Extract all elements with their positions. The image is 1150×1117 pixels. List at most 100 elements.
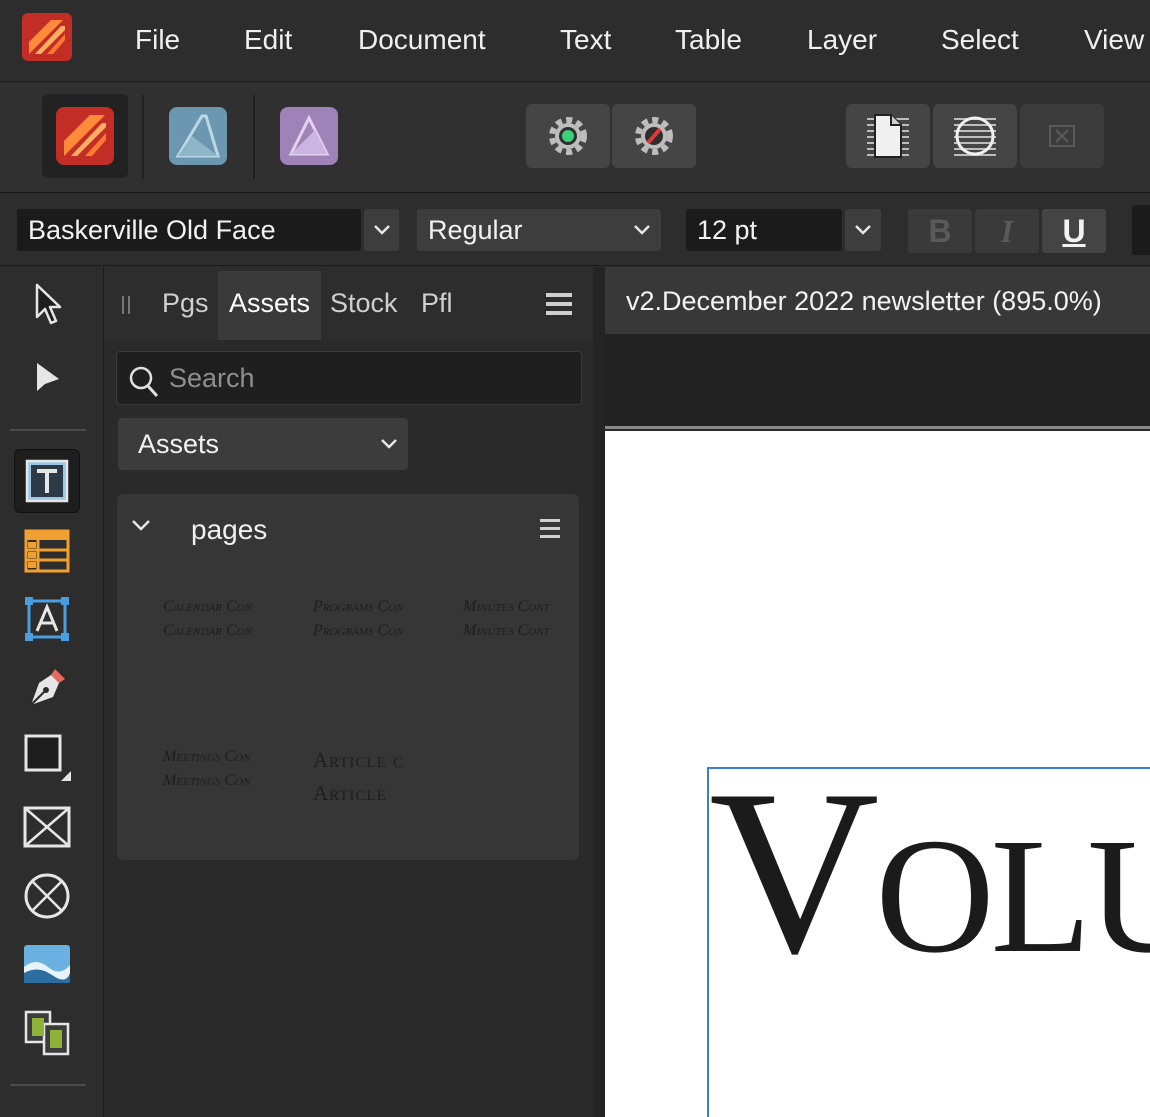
rectangle-icon bbox=[24, 734, 71, 781]
chevron-down-icon bbox=[633, 209, 651, 263]
asset-line: Programs Con bbox=[313, 598, 404, 615]
move-tool[interactable] bbox=[14, 272, 80, 336]
frame-text-tool[interactable] bbox=[14, 449, 80, 513]
vector-crop-tool[interactable] bbox=[14, 1001, 80, 1065]
toolbar-separator bbox=[253, 95, 255, 179]
table-icon bbox=[24, 529, 70, 573]
chevron-down-icon bbox=[380, 418, 398, 487]
designer-persona-button[interactable] bbox=[155, 94, 241, 178]
asset-thumbnail[interactable]: Meetings Con Meetings Con bbox=[163, 745, 267, 793]
font-family-dropdown-button[interactable] bbox=[364, 209, 399, 251]
asset-line: Minutes Cont bbox=[463, 598, 550, 615]
table-tool[interactable] bbox=[14, 519, 80, 583]
publisher-persona-button[interactable] bbox=[42, 94, 128, 178]
context-toolbar: Baskerville Old Face Regular 12 pt B I U bbox=[0, 194, 1150, 266]
headline-text[interactable]: Volu bbox=[709, 755, 1150, 991]
asset-group-title: pages bbox=[191, 514, 268, 545]
font-size-dropdown-button[interactable] bbox=[845, 209, 881, 251]
page-icon bbox=[867, 114, 909, 158]
font-style-select[interactable]: Regular bbox=[417, 209, 661, 251]
text-frame[interactable]: Volu bbox=[707, 755, 1150, 1117]
panel-menu-icon[interactable] bbox=[545, 291, 573, 322]
asset-category-select[interactable]: Assets bbox=[118, 418, 408, 470]
tools-separator bbox=[10, 429, 86, 431]
move-arrow-icon bbox=[35, 283, 62, 325]
insert-page-button[interactable] bbox=[846, 104, 930, 168]
asset-thumbnail[interactable]: Calendar Con Calendar Con bbox=[163, 595, 267, 643]
linked-frames-icon bbox=[24, 1010, 70, 1056]
search-placeholder: Search bbox=[169, 363, 255, 393]
document-tab[interactable]: v2.December 2022 newsletter (895.0%) bbox=[626, 286, 1102, 317]
ellipse-frame-icon bbox=[24, 873, 70, 919]
menu-text[interactable]: Text bbox=[560, 24, 611, 56]
asset-thumbnail[interactable]: Programs Con Programs Con bbox=[313, 595, 417, 643]
font-style-value: Regular bbox=[428, 215, 523, 245]
panel-grip-handle[interactable] bbox=[122, 296, 130, 314]
tab-preflight[interactable]: Pfl bbox=[410, 271, 464, 340]
group-menu-icon[interactable] bbox=[539, 518, 561, 545]
chevron-down-icon[interactable] bbox=[131, 518, 151, 537]
photo-persona-button[interactable] bbox=[266, 94, 352, 178]
ellipse-frame-tool[interactable] bbox=[14, 864, 80, 928]
asset-line: Minutes Cont bbox=[463, 622, 550, 639]
designer-persona-icon bbox=[169, 107, 227, 165]
document-page[interactable]: Volu bbox=[605, 431, 1150, 1117]
main-toolbar bbox=[0, 83, 1150, 193]
font-family-field[interactable]: Baskerville Old Face bbox=[17, 209, 361, 251]
place-image-tool[interactable] bbox=[14, 932, 80, 996]
master-page-button[interactable] bbox=[933, 104, 1017, 168]
preflight-settings-button[interactable] bbox=[526, 104, 610, 168]
node-arrow-icon bbox=[37, 363, 59, 391]
toolbar-separator bbox=[142, 95, 144, 179]
artistic-text-tool[interactable] bbox=[14, 587, 80, 651]
menu-select[interactable]: Select bbox=[941, 24, 1019, 56]
asset-line: Article bbox=[313, 781, 387, 805]
assets-panel: Pgs Assets Stock Pfl Search Assets pages… bbox=[105, 267, 593, 1117]
asset-thumbnail[interactable]: Minutes Cont Minutes Cont bbox=[463, 595, 567, 643]
asset-line: Article c bbox=[313, 748, 405, 772]
asset-line: Meetings Con bbox=[163, 748, 251, 765]
chevron-down-icon bbox=[855, 225, 871, 235]
rectangle-frame-tool[interactable] bbox=[14, 795, 80, 859]
font-size-field[interactable]: 12 pt bbox=[686, 209, 842, 251]
asset-line: Calendar Con bbox=[163, 598, 252, 615]
overflow-field[interactable] bbox=[1132, 205, 1150, 255]
menu-layer[interactable]: Layer bbox=[807, 24, 877, 56]
bold-button[interactable]: B bbox=[908, 209, 972, 253]
asset-line: Calendar Con bbox=[163, 622, 252, 639]
italic-button[interactable]: I bbox=[975, 209, 1039, 253]
pen-nib-icon bbox=[30, 669, 65, 706]
frame-text-icon bbox=[25, 459, 69, 503]
panel-tab-bar: Pgs Assets Stock Pfl bbox=[105, 267, 593, 340]
preflight-off-button[interactable] bbox=[612, 104, 696, 168]
panel-divider[interactable] bbox=[593, 267, 605, 1117]
search-input[interactable]: Search bbox=[116, 351, 582, 405]
rectangle-tool[interactable] bbox=[14, 725, 80, 789]
asset-category-value: Assets bbox=[138, 429, 220, 459]
pen-tool[interactable] bbox=[14, 655, 80, 719]
node-tool[interactable] bbox=[14, 345, 80, 409]
asset-line: Meetings Con bbox=[163, 772, 251, 789]
menu-table[interactable]: Table bbox=[675, 24, 742, 56]
menu-view[interactable]: View bbox=[1084, 24, 1144, 56]
asset-thumbnail[interactable]: Article c Article bbox=[313, 744, 417, 810]
photo-persona-icon bbox=[280, 107, 338, 165]
tab-stock[interactable]: Stock bbox=[319, 271, 409, 340]
canvas-pasteboard[interactable] bbox=[605, 334, 1150, 429]
underline-button[interactable]: U bbox=[1042, 209, 1106, 253]
publisher-persona-icon bbox=[56, 107, 114, 165]
delete-page-button[interactable] bbox=[1020, 104, 1104, 168]
menu-edit[interactable]: Edit bbox=[244, 24, 292, 56]
asset-line: Programs Con bbox=[313, 622, 404, 639]
tab-pages[interactable]: Pgs bbox=[151, 271, 220, 340]
master-page-icon bbox=[954, 116, 996, 156]
search-icon bbox=[129, 363, 159, 415]
tools-separator bbox=[10, 1084, 86, 1086]
menu-file[interactable]: File bbox=[135, 24, 180, 56]
image-icon bbox=[24, 945, 70, 983]
tab-assets[interactable]: Assets bbox=[218, 271, 322, 340]
delete-icon bbox=[1049, 125, 1075, 147]
menu-document[interactable]: Document bbox=[358, 24, 486, 56]
affinity-publisher-logo-icon[interactable] bbox=[21, 12, 73, 62]
artistic-text-icon bbox=[25, 597, 69, 641]
